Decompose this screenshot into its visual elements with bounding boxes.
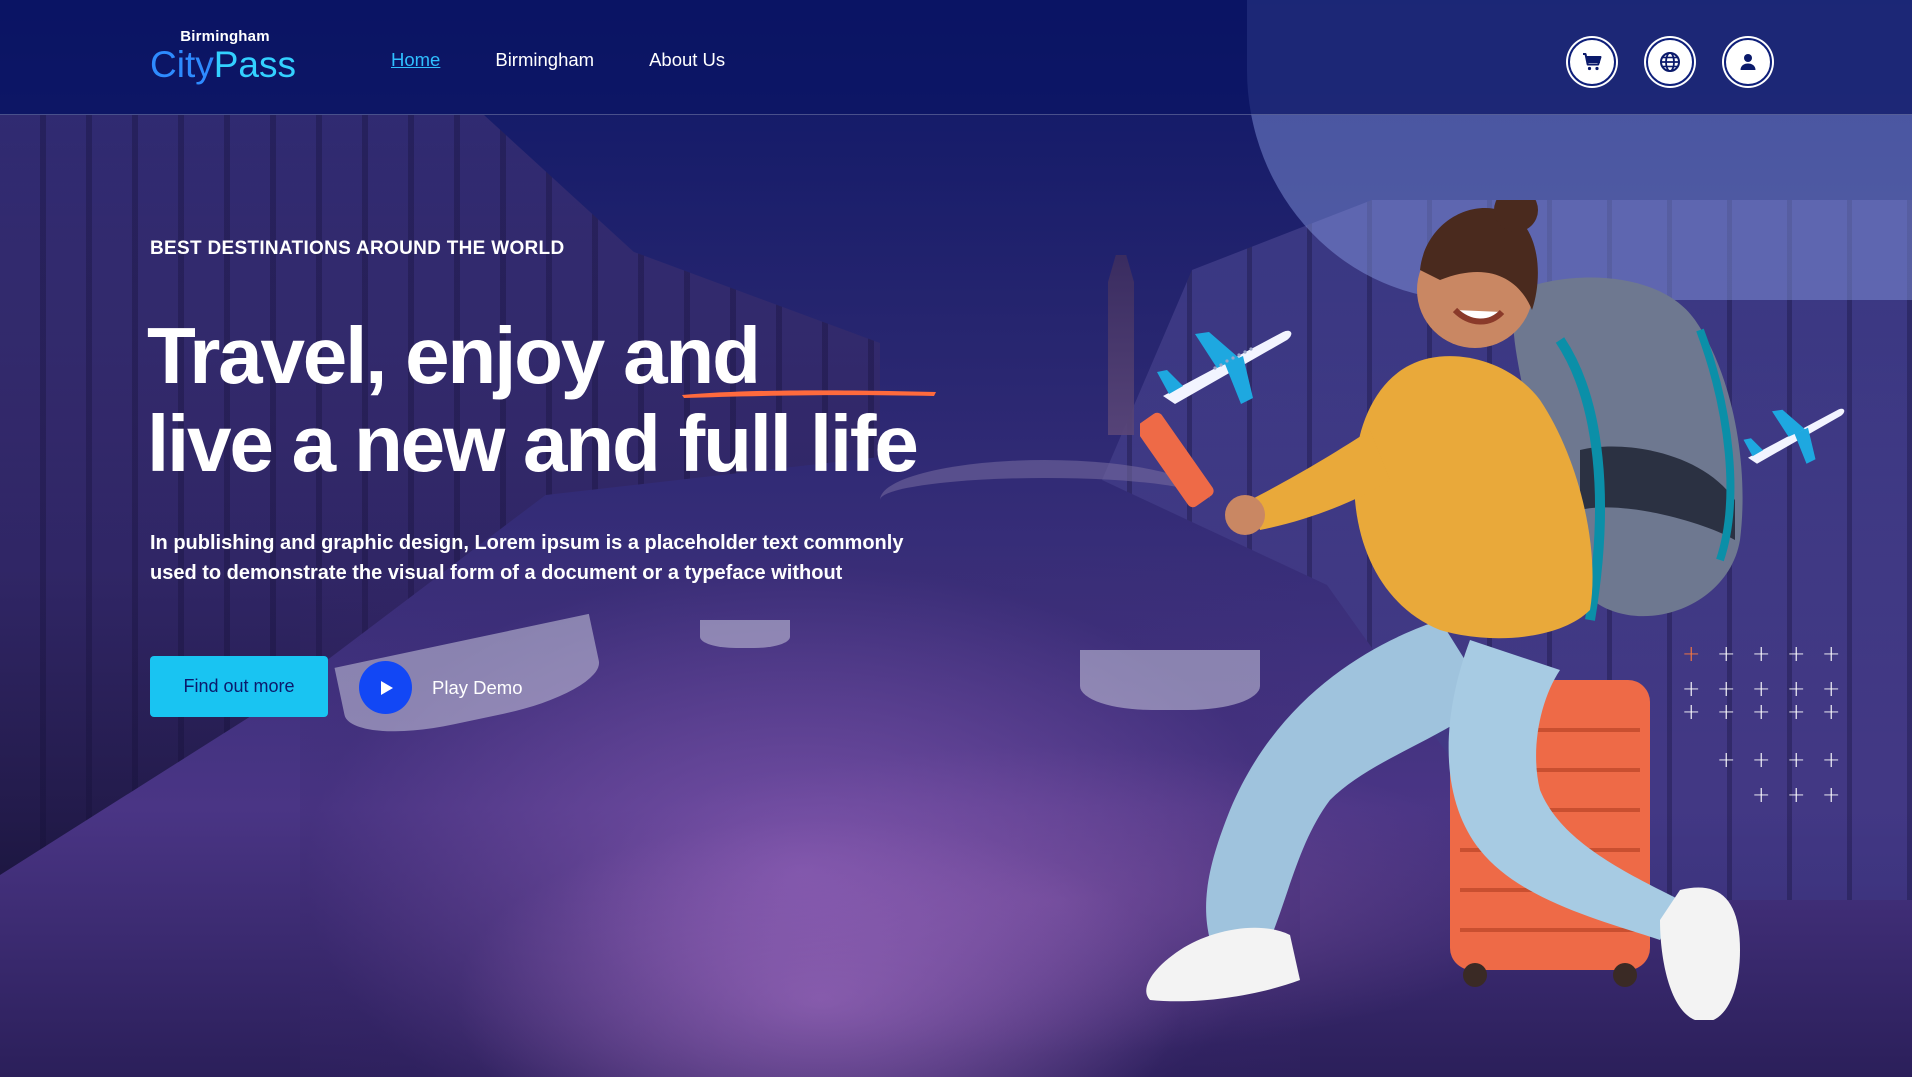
- logo-city: City: [150, 44, 214, 85]
- play-circle[interactable]: [359, 661, 412, 714]
- bell-tower: [1108, 255, 1134, 435]
- nav-link-home[interactable]: Home: [391, 49, 440, 71]
- main-nav: Home Birmingham About Us: [391, 49, 725, 71]
- traveler-illustration: [1140, 200, 1743, 1020]
- play-demo-button[interactable]: Play Demo: [359, 661, 522, 714]
- play-icon: [380, 680, 393, 695]
- nav-link-birmingham[interactable]: Birmingham: [495, 49, 594, 71]
- boat: [700, 620, 790, 648]
- play-demo-label: Play Demo: [432, 676, 523, 698]
- account-button[interactable]: [1724, 38, 1772, 86]
- logo-wordmark: CityPass: [150, 45, 300, 85]
- shoe: [1660, 887, 1740, 1020]
- logo-subtitle: Birmingham: [180, 28, 270, 45]
- logo-pass: Pass: [213, 44, 296, 85]
- nav-link-about-us[interactable]: About Us: [649, 49, 725, 71]
- top-navigation-bar: Birmingham CityPass Home Birmingham Abou…: [0, 0, 1912, 115]
- headline-underline-stroke: [682, 390, 936, 398]
- hero-headline-line-2: live a new and full life: [147, 399, 919, 488]
- logo[interactable]: Birmingham CityPass: [150, 28, 300, 85]
- user-icon: [1740, 54, 1756, 70]
- shoe: [1146, 927, 1300, 1002]
- cart-icon: [1583, 53, 1602, 71]
- hero-description: In publishing and graphic design, Lorem …: [150, 532, 904, 584]
- hero-headline: Travel, enjoy and live a new and full li…: [147, 312, 919, 488]
- find-out-more-button[interactable]: Find out more: [150, 656, 328, 717]
- hero-eyebrow: BEST DESTINATIONS AROUND THE WORLD: [150, 238, 565, 259]
- cart-button[interactable]: [1568, 38, 1616, 86]
- language-button[interactable]: [1646, 38, 1694, 86]
- globe-icon: [1660, 52, 1680, 72]
- decorative-plus-pattern: + + + + + + + + + + + + + + + + + + + + + +: [1682, 642, 1841, 808]
- phone: [1140, 412, 1214, 508]
